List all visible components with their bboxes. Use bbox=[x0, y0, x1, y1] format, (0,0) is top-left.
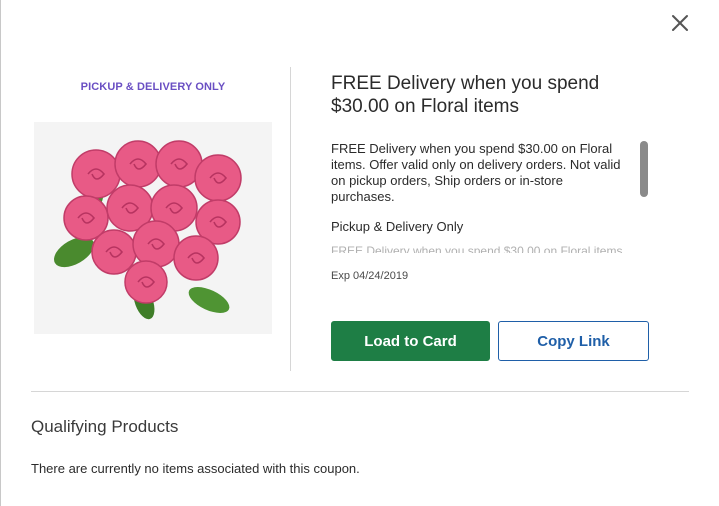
offer-expiry: Exp 04/24/2019 bbox=[331, 270, 409, 282]
load-to-card-button[interactable]: Load to Card bbox=[331, 321, 490, 361]
copy-link-button[interactable]: Copy Link bbox=[498, 321, 649, 361]
pickup-delivery-badge: PICKUP & DELIVERY ONLY bbox=[80, 81, 226, 93]
qualifying-products-title: Qualifying Products bbox=[31, 417, 179, 436]
offer-title: FREE Delivery when you spend $30.00 on F… bbox=[331, 73, 600, 117]
qualifying-products-empty-message: There are currently no items associated … bbox=[31, 461, 360, 476]
product-image bbox=[34, 122, 272, 334]
offer-restriction: Pickup & Delivery Only bbox=[331, 219, 464, 234]
vertical-divider bbox=[290, 67, 291, 371]
description-overflow-text: FREE Delivery when you spend $30.00 on F… bbox=[331, 244, 626, 253]
modal-left-edge bbox=[0, 0, 1, 506]
offer-description: FREE Delivery when you spend $30.00 on F… bbox=[331, 141, 621, 204]
close-icon[interactable] bbox=[668, 11, 692, 35]
description-scrollbar[interactable] bbox=[640, 141, 648, 197]
offer-description-scroll[interactable]: FREE Delivery when you spend $30.00 on F… bbox=[331, 141, 631, 255]
horizontal-divider bbox=[31, 391, 689, 392]
